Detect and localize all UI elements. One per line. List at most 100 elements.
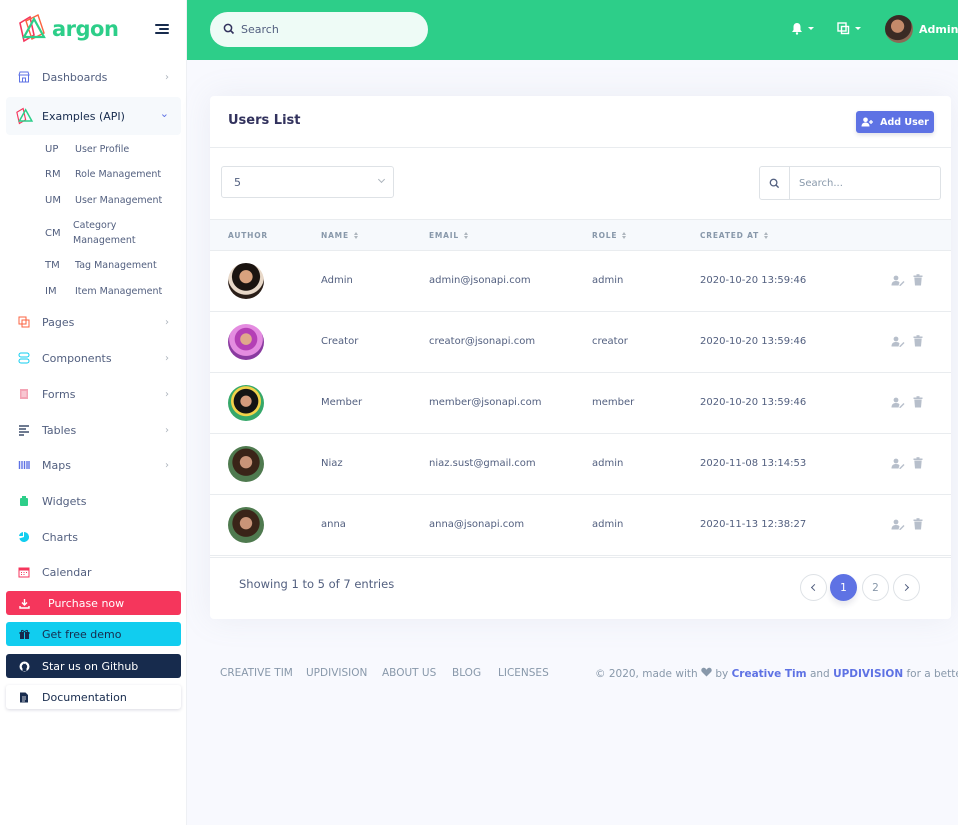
documentation-button[interactable]: Documentation [6, 685, 181, 709]
sidebar-subitem-item-management[interactable]: IM Item Management [45, 284, 185, 299]
heart-icon [701, 667, 712, 677]
edit-user-icon[interactable] [891, 275, 905, 289]
sidebar: argon Dashboards › Examples (API) ⌄ UP U… [0, 0, 187, 825]
per-page-select[interactable]: 5 [221, 166, 394, 198]
pagination-prev[interactable] [800, 574, 827, 601]
sidebar-item-components[interactable]: Components › [6, 340, 181, 376]
ui-components-icon [18, 352, 30, 364]
creative-tim-link[interactable]: Creative Tim [732, 668, 807, 680]
column-name[interactable]: NAME [321, 231, 358, 240]
column-created-at[interactable]: CREATED AT [700, 231, 769, 240]
sidebar-subitem-tag-management[interactable]: TM Tag Management [45, 258, 185, 273]
sidebar-subitem-role-management[interactable]: RM Role Management [45, 167, 185, 182]
search-placeholder: Search [241, 23, 279, 36]
brand-logo[interactable]: argon [16, 12, 119, 46]
get-free-demo-button[interactable]: Get free demo [6, 622, 181, 646]
edit-user-icon[interactable] [891, 519, 905, 533]
sidebar-item-pages[interactable]: Pages › [6, 304, 181, 340]
sort-icon [764, 232, 769, 239]
footer: CREATIVE TIM UPDIVISION ABOUT US BLOG LI… [220, 667, 958, 683]
chevron-right-icon: › [165, 352, 169, 364]
sidebar-item-calendar[interactable]: Calendar [6, 554, 181, 590]
divider [210, 147, 951, 148]
footer-link-about-us[interactable]: ABOUT US [382, 667, 436, 679]
avatar [228, 263, 264, 299]
table-search [759, 166, 941, 200]
edit-user-icon[interactable] [891, 336, 905, 350]
sidebar-subitem-user-profile[interactable]: UP User Profile [45, 142, 185, 157]
table-row: anna anna@jsonapi.com admin 2020-11-13 1… [210, 495, 951, 556]
widgets-icon [18, 495, 30, 507]
chevron-down-icon: ⌄ [159, 107, 169, 120]
sidebar-subitem-user-management[interactable]: UM User Management [45, 193, 185, 208]
add-user-icon [861, 117, 874, 127]
sort-icon [463, 232, 468, 239]
chevron-right-icon: › [165, 424, 169, 436]
updivision-link[interactable]: UPDIVISION [833, 668, 903, 680]
chevron-right-icon [901, 583, 910, 592]
forms-icon [18, 388, 30, 400]
search-box[interactable]: Search [210, 12, 428, 47]
edit-user-icon[interactable] [891, 458, 905, 472]
bell-icon [792, 23, 802, 35]
footer-link-licenses[interactable]: LICENSES [498, 667, 549, 679]
caret-down-icon [855, 27, 861, 30]
pagination-page-1[interactable]: 1 [830, 574, 857, 601]
sidebar-subitem-category-management[interactable]: CM Category Management [45, 218, 185, 248]
sidebar-item-dashboards[interactable]: Dashboards › [6, 59, 181, 95]
laravel-logo-icon [14, 106, 36, 126]
sort-icon [353, 232, 358, 239]
notifications-dropdown[interactable] [791, 22, 814, 35]
table-header: AUTHOR NAME EMAIL ROLE CREATED AT [210, 219, 951, 251]
trash-icon[interactable] [913, 396, 923, 411]
table-row: Member member@jsonapi.com member 2020-10… [210, 373, 951, 434]
trash-icon[interactable] [913, 518, 923, 533]
argon-logo-icon [19, 14, 46, 43]
trash-icon[interactable] [913, 335, 923, 350]
sidebar-item-forms[interactable]: Forms › [6, 376, 181, 412]
pagination-next[interactable] [893, 574, 920, 601]
sidebar-item-maps[interactable]: Maps › [6, 447, 181, 483]
column-email[interactable]: EMAIL [429, 231, 468, 240]
entries-info: Showing 1 to 5 of 7 entries [239, 577, 395, 591]
chevron-right-icon: › [165, 459, 169, 471]
user-menu[interactable]: Admin [885, 15, 958, 43]
column-author: AUTHOR [228, 231, 269, 240]
sidebar-item-examples-api[interactable]: Examples (API) ⌄ [6, 97, 181, 135]
top-navbar: Search Admin [187, 0, 958, 60]
edit-user-icon[interactable] [891, 397, 905, 411]
column-role[interactable]: ROLE [592, 231, 627, 240]
footer-link-updivision[interactable]: UPDIVISION [306, 667, 367, 679]
chevron-right-icon: › [165, 388, 169, 400]
add-user-button[interactable]: Add User [856, 111, 934, 133]
avatar [228, 507, 264, 543]
sidebar-item-tables[interactable]: Tables › [6, 412, 181, 448]
chevron-right-icon: › [165, 71, 169, 83]
caret-down-icon [808, 27, 814, 30]
sidebar-item-widgets[interactable]: Widgets [6, 483, 181, 519]
maps-icon [18, 459, 30, 471]
table-row: Niaz niaz.sust@gmail.com admin 2020-11-0… [210, 434, 951, 495]
search-icon [769, 178, 780, 188]
document-icon [18, 692, 30, 703]
users-list-card: Users List Add User 5 AUTHOR NAME EMAIL … [210, 96, 951, 619]
sidenav-toggler[interactable] [155, 24, 169, 34]
trash-icon[interactable] [913, 457, 923, 472]
sidebar-item-charts[interactable]: Charts [6, 519, 181, 555]
search-icon [223, 23, 235, 35]
pagination-page-2[interactable]: 2 [862, 574, 889, 601]
github-icon [18, 661, 30, 672]
chevron-down-icon [377, 175, 386, 184]
star-on-github-button[interactable]: Star us on Github [6, 654, 181, 678]
calendar-icon [18, 566, 30, 578]
footer-link-blog[interactable]: BLOG [452, 667, 481, 679]
footer-link-creative-tim[interactable]: CREATIVE TIM [220, 667, 293, 679]
purchase-now-button[interactable]: Purchase now [6, 591, 181, 615]
shortcuts-dropdown[interactable] [837, 22, 861, 35]
search-icon-box [760, 167, 790, 199]
trash-icon[interactable] [913, 274, 923, 289]
charts-icon [18, 531, 30, 543]
table-search-input[interactable] [799, 167, 939, 199]
avatar [228, 446, 264, 482]
avatar [228, 385, 264, 421]
